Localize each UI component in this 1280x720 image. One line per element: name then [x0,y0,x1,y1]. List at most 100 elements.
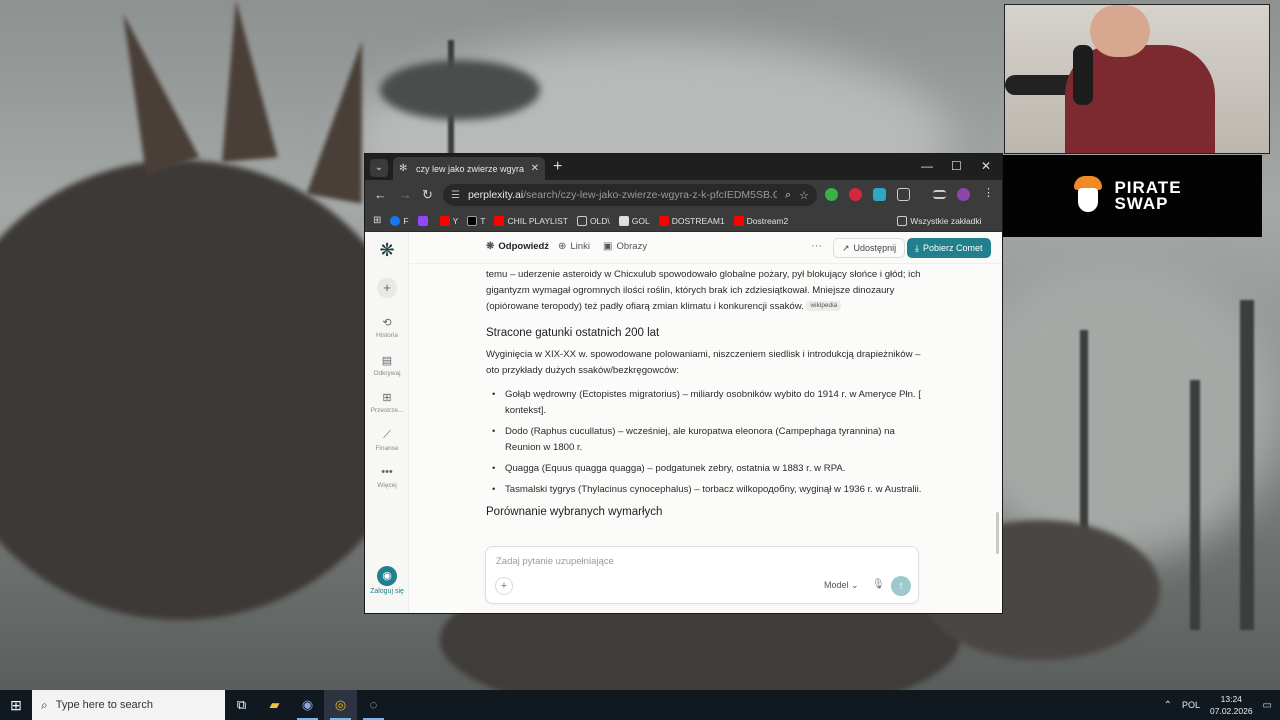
list-item: Tasmalski tygrys (Thylacinus cynocephalu… [486,482,926,498]
folder-icon [576,215,587,226]
perplexity-favicon-icon: ✻ [399,162,408,174]
perplexity-small-icon: ❋ [486,241,495,252]
url-path: /search/czy-lew-jako-zwierze-wgyra-z-k-p… [523,189,777,201]
tab-images[interactable]: ▣ Obrazy [603,241,647,252]
list-item: Quagga (Equus quagga quagga) – podgatune… [486,461,926,477]
search-icon[interactable]: ⌕ [785,189,791,202]
back-icon[interactable]: ← [374,187,387,202]
tree [1190,380,1200,630]
webcam-overlay [1004,4,1270,154]
youtube-icon [658,215,669,226]
answer-content: temu – uderzenie asteroidy w Chicxulub s… [486,264,926,539]
dinosaur-plate [208,0,278,163]
tab-links[interactable]: ⊕ Linki [558,241,590,252]
tab-bar: ⌄ ✻ czy lew jako zwierze wgyra z k... ✕ … [365,154,1002,180]
answer-paragraph: temu – uderzenie asteroidy w Chicxulub s… [486,269,921,312]
sidebar-item-finance[interactable]: ⟋ Finanse [365,429,409,452]
address-bar: ← → ↻ ☰ perplexity.ai/search/czy-lew-jak… [365,180,1002,210]
login-icon[interactable]: ◉ [377,566,397,586]
taskbar-search-box[interactable]: ⌕ Type here to search [32,690,225,720]
language-indicator[interactable]: POL [1182,700,1200,710]
pirate-logo-icon [1070,174,1106,218]
bookmark-item[interactable]: CHIL PLAYLIST [494,215,568,226]
login-label[interactable]: Zaloguj się [365,588,409,595]
extension-red-icon[interactable] [849,188,862,201]
apps-icon[interactable]: ⊞ [373,215,381,226]
sidebar: ❋ + ⟲ Historia ▤ Odkrywaj ⊞ Przestrze...… [365,232,409,613]
bookmark-folder[interactable]: OLD\ [576,215,610,226]
maximize-icon[interactable]: ☐ [951,159,962,173]
bookmarks-bar: ⊞ F Y T CHIL PLAYLIST OLD\ GOL DOSTREAM1… [365,210,1002,232]
system-tray: ⌃ POL 13:24 07.02.2026 ▭ [1164,690,1280,720]
reload-icon[interactable]: ↻ [422,187,433,203]
site-info-icon[interactable]: ☰ [451,190,460,201]
page-scrollbar[interactable] [996,512,999,554]
all-bookmarks-folder[interactable]: Wszystkie zakładki [897,215,982,226]
tab-close-icon[interactable]: ✕ [531,163,539,174]
windows-start-icon[interactable]: ⊞ [0,690,32,720]
sidebar-item-label: Historia [375,332,399,339]
file-explorer-icon[interactable]: ▰ [258,690,291,720]
download-icon: ⤓ [915,242,919,253]
list-item: Gołąb wędrowny (Ectopistes migratorius) … [486,387,926,419]
chrome-icon[interactable]: ◎ [324,690,357,720]
windows-taskbar: ⊞ ⌕ Type here to search ⧉ ▰ ◉ ◎ ◌ ⌃ POL … [0,690,1280,720]
task-view-icon[interactable]: ⧉ [225,690,258,720]
image-icon: ▣ [603,241,613,252]
new-thread-button[interactable]: + [377,278,397,298]
bookmark-item[interactable]: Y [439,215,458,226]
notifications-icon[interactable]: ▭ [1263,700,1272,711]
section-heading: Porównanie wybranych wymarłych [486,506,663,518]
download-comet-button[interactable]: ⤓ Pobierz Comet [907,238,991,258]
answer-paragraph: Wyginięcia w XIX-XX w. spowodowane polow… [486,349,921,376]
sidebar-item-discover[interactable]: ▤ Odkrywaj [365,354,409,377]
close-window-icon[interactable]: ✕ [981,159,991,173]
sponsor-logo: PIRATE SWAP [990,155,1262,237]
extension-shield-icon[interactable] [825,188,838,201]
discord-icon[interactable]: ◉ [291,690,324,720]
perplexity-logo-icon[interactable]: ❋ [377,240,397,262]
chevron-up-icon[interactable]: ⌃ [1164,700,1172,711]
tab-active[interactable]: ✻ czy lew jako zwierze wgyra z k... ✕ [393,157,545,180]
bookmark-item[interactable]: F [390,215,409,226]
bookmark-star-icon[interactable]: ☆ [799,189,809,202]
model-selector[interactable]: Model ⌄ [824,580,859,591]
perplexity-page: ❋ + ⟲ Historia ▤ Odkrywaj ⊞ Przestrze...… [365,232,1002,613]
url-field[interactable]: ☰ perplexity.ai/search/czy-lew-jako-zwie… [443,184,817,206]
tab-answer[interactable]: ❋ Odpowiedź [486,241,549,252]
clock[interactable]: 13:24 07.02.2026 [1210,693,1253,717]
bookmark-item[interactable] [417,215,431,226]
dinosaur [0,160,420,620]
more-options-icon[interactable]: ··· [811,240,822,252]
sidebar-item-label: Więcej [377,482,397,489]
globe-icon: ⊕ [558,241,567,252]
attach-button[interactable]: + [495,577,513,595]
microphone-icon[interactable]: 🎙 [872,579,885,590]
bookmark-item[interactable]: Dostream2 [733,215,788,226]
sidebar-item-history[interactable]: ⟲ Historia [365,316,409,339]
extensions-puzzle-icon[interactable] [897,188,910,201]
sponsor-name-line2: SWAP [1114,194,1169,213]
citation-badge[interactable]: wikipedia [806,301,842,312]
bookmark-item[interactable]: GOL [618,215,650,226]
share-button[interactable]: ↗ Udostępnij [833,238,906,258]
media-controls-icon[interactable] [933,190,946,199]
tab-search-dropdown-icon[interactable]: ⌄ [370,159,388,177]
streamer-head [1090,5,1150,57]
bookmark-item[interactable]: T [467,215,485,226]
extension-blue-icon[interactable] [873,188,886,201]
follow-up-composer[interactable]: Zadaj pytanie uzupełniające + Model ⌄ 🎙 … [485,546,919,604]
forward-icon[interactable]: → [399,187,412,202]
sidebar-item-more[interactable]: ••• Więcej [365,466,409,489]
profile-avatar-icon[interactable] [957,188,970,201]
obs-icon[interactable]: ◌ [357,690,390,720]
follow-up-input[interactable]: Zadaj pytanie uzupełniające [496,556,614,567]
bookmark-item[interactable]: DOSTREAM1 [658,215,725,226]
sidebar-item-spaces[interactable]: ⊞ Przestrze... [365,391,409,414]
minimize-icon[interactable]: — [921,159,933,173]
url-host: perplexity.ai [467,189,524,201]
send-button[interactable]: ↑ [891,576,911,596]
new-tab-icon[interactable]: + [553,158,562,176]
folder-icon [897,215,908,226]
browser-menu-icon[interactable]: ⋮ [983,186,996,199]
